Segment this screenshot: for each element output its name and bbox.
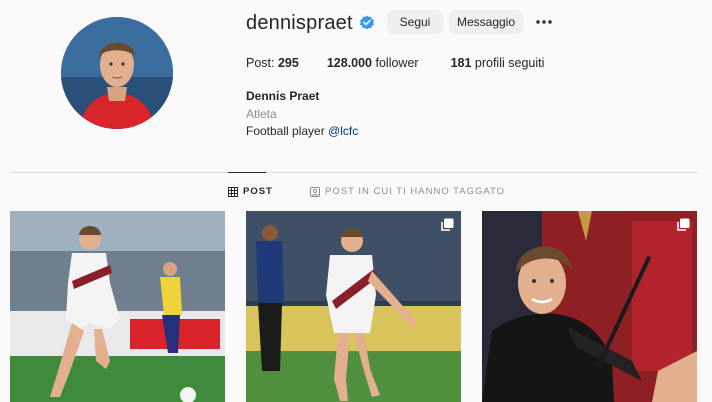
post-tile[interactable]	[482, 211, 697, 402]
followers-count[interactable]: 128.000 follower	[327, 56, 419, 70]
profile-avatar[interactable]	[61, 17, 173, 129]
active-tab-indicator	[228, 172, 266, 173]
tab-posts-label: POST	[243, 186, 273, 197]
posts-count: Post: 295	[246, 56, 299, 70]
verified-badge-icon	[359, 15, 374, 30]
tag-icon	[310, 186, 320, 197]
multiple-images-icon	[677, 218, 690, 231]
post-tile[interactable]	[10, 211, 225, 402]
post-tile[interactable]	[246, 211, 461, 402]
post-image	[482, 211, 697, 402]
profile-username: dennispraet	[246, 11, 353, 34]
following-count[interactable]: 181 profili seguiti	[451, 56, 545, 70]
post-image	[246, 211, 461, 402]
follow-button[interactable]: Segui	[387, 10, 443, 34]
profile-category: Atleta	[246, 107, 277, 121]
grid-icon	[228, 186, 238, 197]
bio-mention-link[interactable]: @lcfc	[328, 124, 358, 138]
more-options-icon[interactable]	[534, 14, 554, 30]
profile-stats: Post: 295 128.000 follower 181 profili s…	[246, 56, 544, 70]
tab-tagged-label: POST IN CUI TI HANNO TAGGATO	[325, 186, 506, 197]
avatar-image	[61, 17, 173, 129]
profile-full-name: Dennis Praet	[246, 89, 320, 103]
message-button[interactable]: Messaggio	[449, 10, 523, 34]
username-row: dennispraet	[246, 10, 375, 36]
tab-posts[interactable]: POST	[228, 186, 273, 197]
post-image	[10, 211, 225, 402]
multiple-images-icon	[441, 218, 454, 231]
bio-text: Football player	[246, 124, 329, 138]
tab-tagged[interactable]: POST IN CUI TI HANNO TAGGATO	[310, 186, 505, 197]
tabs-divider	[10, 172, 698, 173]
profile-bio: Football player @lcfc	[246, 124, 358, 138]
